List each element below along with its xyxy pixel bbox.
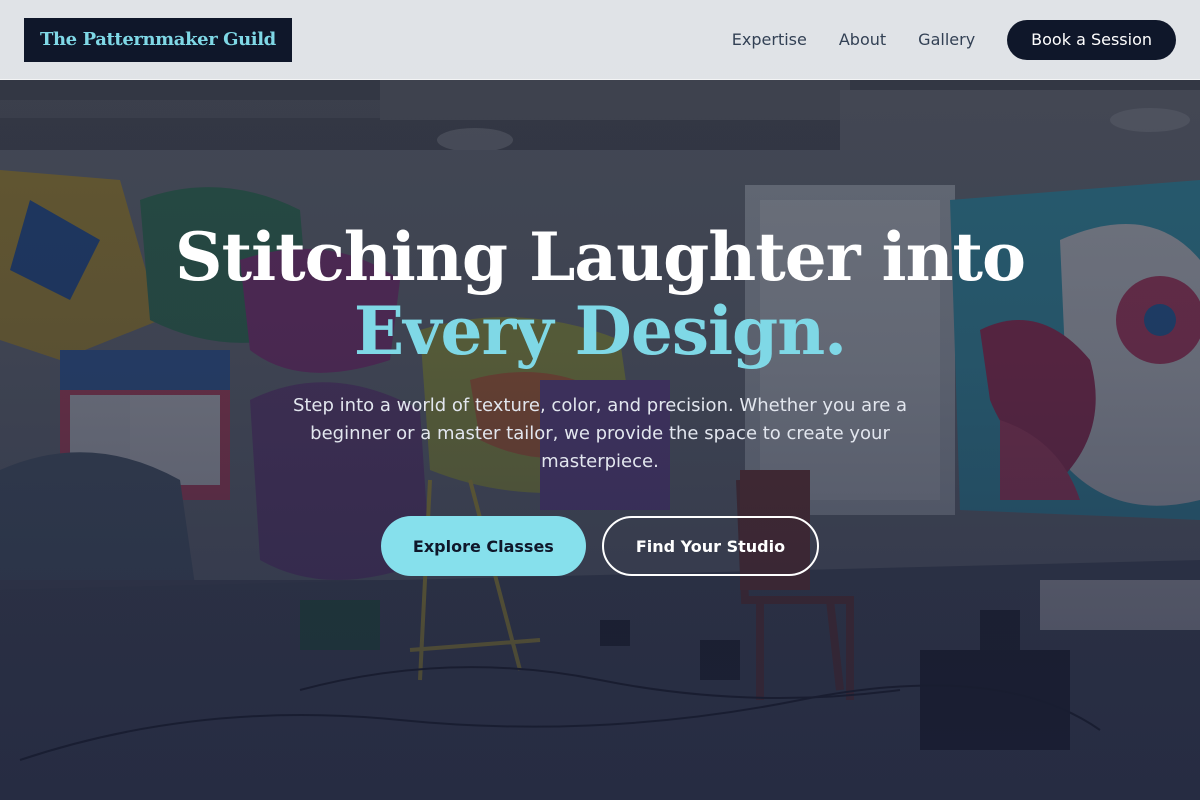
- site-header: The Patternmaker Guild Expertise About G…: [0, 0, 1200, 80]
- hero-title: Stitching Laughter into Every Design.: [174, 218, 1026, 370]
- hero-actions: Explore Classes Find Your Studio: [380, 516, 820, 576]
- hero-section: Stitching Laughter into Every Design. St…: [0, 220, 1200, 576]
- book-session-button[interactable]: Book a Session: [1007, 19, 1176, 60]
- hero-subtitle: Step into a world of texture, color, and…: [292, 395, 908, 472]
- explore-classes-button[interactable]: Explore Classes: [380, 516, 586, 576]
- hero-title-line-1: Stitching Laughter into: [174, 218, 1026, 296]
- nav-link-gallery[interactable]: Gallery: [918, 30, 975, 49]
- nav-link-expertise[interactable]: Expertise: [732, 30, 807, 49]
- find-studio-button[interactable]: Find Your Studio: [601, 516, 820, 576]
- hero-title-line-2-accent: Every Design.: [353, 292, 847, 370]
- nav-link-about[interactable]: About: [839, 30, 886, 49]
- main-nav: Expertise About Gallery Book a Session: [732, 19, 1176, 60]
- site-logo[interactable]: The Patternmaker Guild: [24, 17, 292, 62]
